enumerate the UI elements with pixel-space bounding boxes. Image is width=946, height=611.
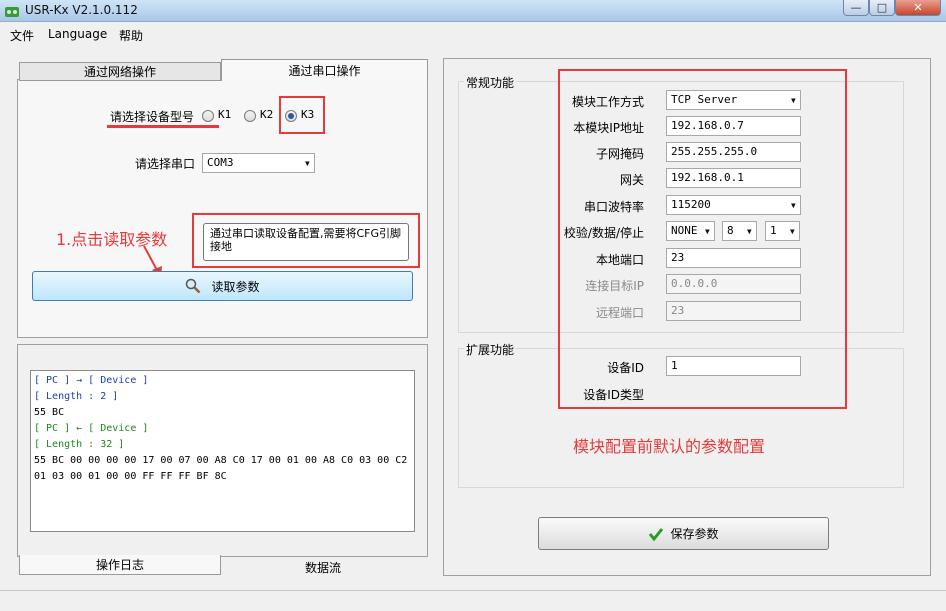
- mode-value: TCP Server: [671, 93, 738, 106]
- log-line: 55 BC: [34, 407, 65, 418]
- device-label-underline: [107, 125, 219, 128]
- serial-port-value: COM3: [207, 156, 234, 169]
- serial-port-select[interactable]: COM3: [202, 153, 315, 173]
- ip-input[interactable]: 192.168.0.7: [666, 116, 801, 136]
- data-bits-value: 8: [727, 224, 734, 237]
- log-line: 01 03 00 01 00 00 FF FF FF BF 8C: [34, 471, 227, 482]
- radio-k1[interactable]: [202, 110, 214, 122]
- local-port-input[interactable]: 23: [666, 248, 801, 268]
- read-params-label: 读取参数: [211, 279, 260, 294]
- target-ip-label: 连接目标IP: [585, 279, 644, 293]
- radio-k2-label: K2: [260, 108, 274, 121]
- status-bar: [0, 590, 946, 611]
- menu-help[interactable]: 帮助: [119, 27, 143, 44]
- tab-network-operation[interactable]: 通过网络操作: [19, 62, 221, 81]
- minimize-icon: —: [850, 1, 862, 14]
- mask-input[interactable]: 255.255.255.0: [666, 142, 801, 162]
- parity-label: 校验/数据/停止: [563, 226, 644, 240]
- ip-label: 本模块IP地址: [573, 121, 644, 135]
- target-ip-input: 0.0.0.0: [666, 274, 801, 294]
- mask-label: 子网掩码: [595, 147, 644, 161]
- mode-label: 模块工作方式: [571, 95, 644, 109]
- serial-port-label: 请选择串口: [135, 157, 196, 171]
- maximize-button[interactable]: □: [869, 0, 895, 16]
- parity-select[interactable]: NONE: [666, 221, 715, 241]
- baud-label: 串口波特率: [583, 200, 644, 214]
- tab-data-stream[interactable]: 数据流: [305, 559, 341, 576]
- log-line: [ Length : 2 ]: [34, 391, 119, 402]
- tab-serial-operation[interactable]: 通过串口操作: [221, 59, 428, 81]
- title-bar: [0, 0, 946, 22]
- app-icon: [5, 7, 19, 17]
- window-title: USR-Kx V2.1.0.112: [25, 3, 138, 17]
- menu-file[interactable]: 文件: [10, 27, 34, 44]
- radio-k1-label: K1: [218, 108, 232, 121]
- save-params-label: 保存参数: [670, 527, 719, 541]
- radio-k2[interactable]: [244, 110, 256, 122]
- maximize-icon: □: [876, 1, 888, 14]
- local-port-label: 本地端口: [595, 253, 644, 267]
- mode-select[interactable]: TCP Server: [666, 90, 801, 110]
- device-id-type-label: 设备ID类型: [583, 388, 644, 402]
- log-line: [ PC ] → [ Device ]: [34, 375, 149, 386]
- default-config-annotation: 模块配置前默认的参数配置: [573, 437, 766, 456]
- data-bits-select[interactable]: 8: [722, 221, 757, 241]
- close-button[interactable]: ✕: [895, 0, 941, 16]
- stop-bits-select[interactable]: 1: [765, 221, 800, 241]
- read-params-button[interactable]: 读取参数: [32, 271, 413, 301]
- general-group-title: 常规功能: [464, 74, 517, 91]
- log-line: 55 BC 00 00 00 00 17 00 07 00 A8 C0 17 0…: [34, 455, 408, 466]
- remote-port-input: 23: [666, 301, 801, 321]
- remote-port-label: 远程端口: [595, 306, 644, 320]
- device-model-label: 请选择设备型号: [110, 110, 195, 124]
- gateway-label: 网关: [619, 173, 644, 187]
- radio-k3-label: K3: [301, 108, 315, 121]
- close-icon: ✕: [913, 1, 923, 14]
- stop-bits-value: 1: [770, 224, 777, 237]
- extended-group-title: 扩展功能: [464, 341, 517, 358]
- log-line: [ PC ] ← [ Device ]: [34, 423, 149, 434]
- menu-language[interactable]: Language: [48, 27, 107, 41]
- log-line: [ Length : 32 ]: [34, 439, 125, 450]
- save-params-button[interactable]: 保存参数: [538, 517, 829, 550]
- cfg-tooltip: 通过串口读取设备配置,需要将CFG引脚接地: [203, 223, 409, 261]
- baud-value: 115200: [671, 198, 711, 211]
- radio-k3[interactable]: [285, 110, 297, 122]
- device-id-input[interactable]: 1: [666, 356, 801, 376]
- baud-select[interactable]: 115200: [666, 195, 801, 215]
- magnifier-icon: [186, 278, 201, 294]
- tab-operation-log[interactable]: 操作日志: [19, 555, 221, 575]
- device-id-label: 设备ID: [607, 361, 644, 375]
- minimize-button[interactable]: —: [843, 0, 869, 16]
- log-output[interactable]: [ PC ] → [ Device ] [ Length : 2 ] 55 BC…: [30, 370, 415, 532]
- checkmark-icon: [649, 527, 664, 541]
- gateway-input[interactable]: 192.168.0.1: [666, 168, 801, 188]
- parity-value: NONE: [671, 224, 698, 237]
